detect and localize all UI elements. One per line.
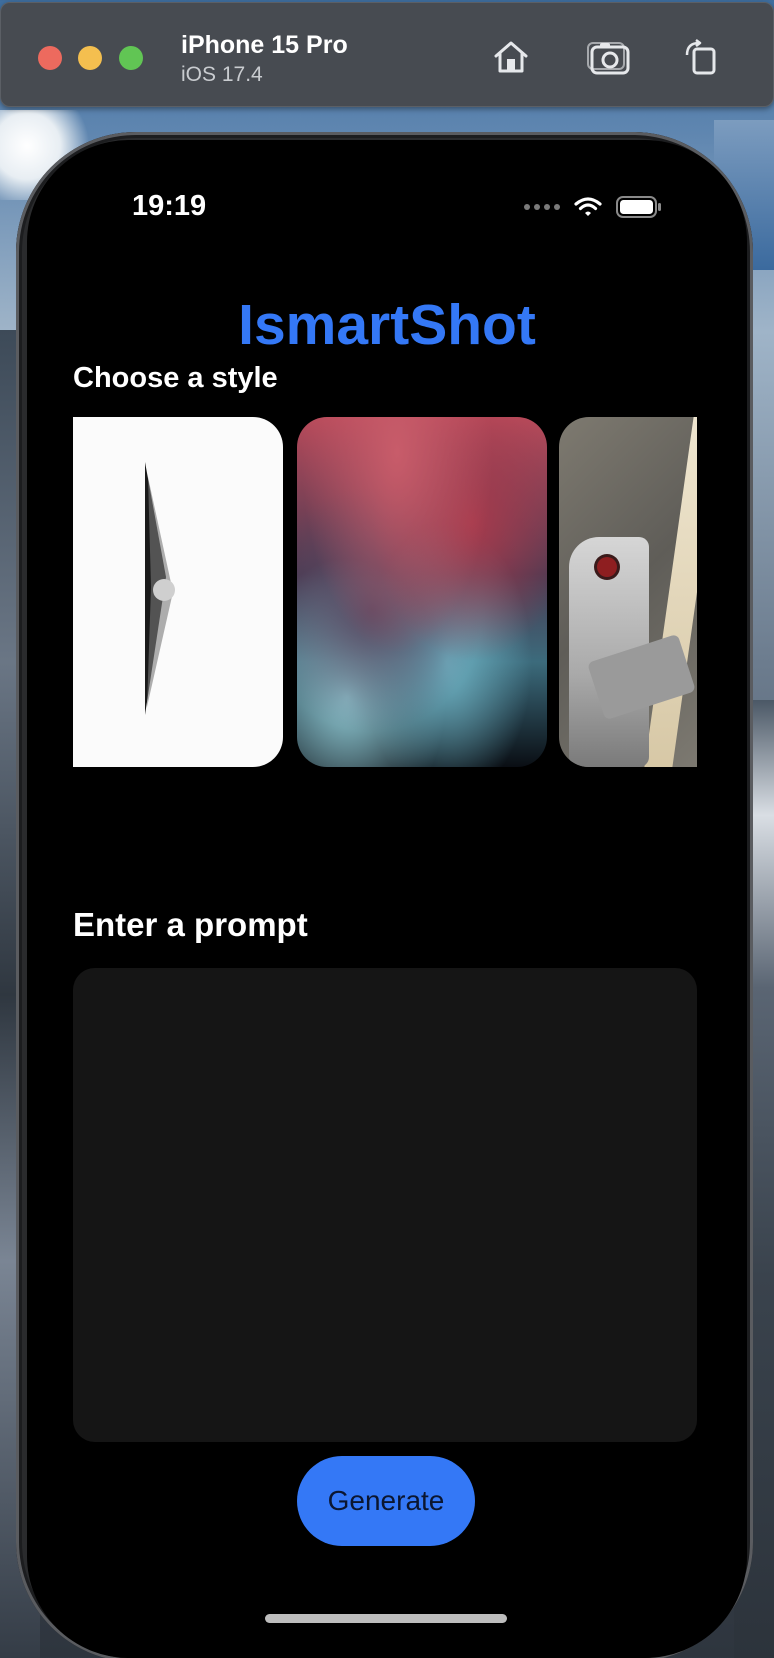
rotate-button[interactable] bbox=[677, 33, 725, 81]
home-icon bbox=[494, 41, 528, 73]
battery-icon bbox=[616, 196, 661, 218]
rotate-icon bbox=[685, 39, 716, 75]
prompt-textarea[interactable] bbox=[73, 968, 697, 1442]
generate-button[interactable]: Generate bbox=[297, 1456, 475, 1546]
phone-screen: 19:19 IsmartShot Choose a style Enter a … bbox=[27, 140, 747, 1658]
choose-style-label: Choose a style bbox=[73, 362, 278, 394]
style-card-robot[interactable] bbox=[559, 417, 697, 767]
zoom-window-button[interactable] bbox=[119, 46, 143, 70]
style-carousel[interactable] bbox=[73, 417, 697, 767]
status-time: 19:19 bbox=[132, 190, 207, 222]
close-window-button[interactable] bbox=[38, 46, 62, 70]
wifi-icon bbox=[574, 197, 602, 216]
enter-prompt-label: Enter a prompt bbox=[73, 906, 308, 943]
home-button[interactable] bbox=[487, 33, 535, 81]
style-thumbnail-minimal bbox=[145, 462, 175, 715]
device-name: iPhone 15 Pro bbox=[181, 31, 348, 59]
screenshot-button[interactable] bbox=[585, 33, 633, 81]
screenshot-icon bbox=[587, 42, 630, 75]
app-title: IsmartShot bbox=[238, 293, 536, 357]
home-indicator[interactable] bbox=[265, 1614, 507, 1623]
os-version: iOS 17.4 bbox=[181, 63, 263, 86]
cellular-icon bbox=[524, 204, 560, 210]
style-card-fluid-art[interactable] bbox=[297, 417, 547, 767]
minimize-window-button[interactable] bbox=[78, 46, 102, 70]
status-icons bbox=[524, 196, 662, 218]
style-card-minimal[interactable] bbox=[73, 417, 283, 767]
simulator-title-bar: iPhone 15 Pro iOS 17.4 bbox=[0, 2, 774, 107]
